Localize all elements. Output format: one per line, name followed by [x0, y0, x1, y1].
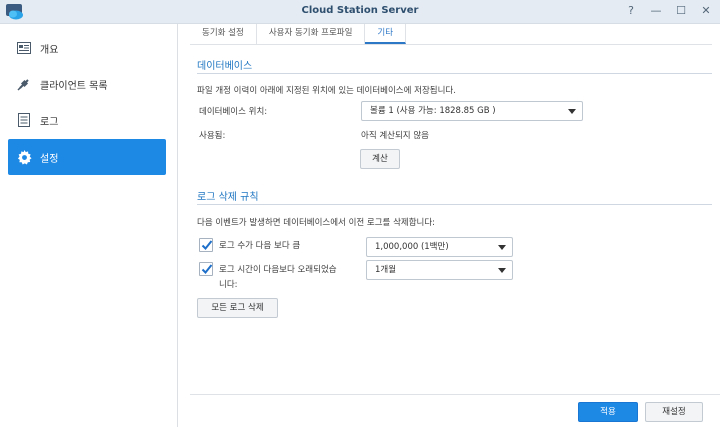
- gear-icon: [16, 149, 32, 165]
- checkmark-icon: [201, 240, 213, 250]
- database-description: 파일 개정 이력이 아래에 지정된 위치에 있는 데이터베이스에 저장됩니다.: [197, 86, 456, 96]
- chevron-down-icon: [498, 268, 506, 273]
- log-age-label-line2: 니다:: [219, 280, 238, 290]
- sidebar-item-overview[interactable]: 개요: [8, 30, 166, 66]
- log-rules-description: 다음 이벤트가 발생하면 데이터베이스에서 이전 로그를 삭제합니다:: [197, 218, 436, 228]
- database-location-value: 볼륨 1 (사용 가능: 1828.85 GB ): [370, 106, 496, 116]
- database-section-title: 데이터베이스: [197, 61, 253, 72]
- section-divider: [197, 204, 712, 205]
- help-icon[interactable]: ?: [625, 4, 637, 18]
- log-count-label: 로그 수가 다음 보다 큼: [219, 241, 301, 251]
- chevron-down-icon: [498, 245, 506, 250]
- apply-button[interactable]: 적용: [578, 402, 638, 422]
- overview-icon: [16, 40, 32, 56]
- used-label: 사용됨:: [199, 131, 226, 141]
- maximize-icon[interactable]: ☐: [675, 4, 687, 18]
- chevron-down-icon: [568, 109, 576, 114]
- section-divider: [197, 73, 712, 74]
- calculate-button[interactable]: 계산: [360, 149, 400, 169]
- reset-button[interactable]: 재설정: [645, 402, 703, 422]
- log-rules-section-title: 로그 삭제 규칙: [197, 192, 259, 203]
- log-icon: [16, 112, 32, 128]
- tab-bar: 동기화 설정 사용자 동기화 프로파일 기타: [190, 24, 712, 45]
- checkmark-icon: [201, 264, 213, 274]
- sidebar-item-log[interactable]: 로그: [8, 102, 166, 138]
- sidebar-item-settings[interactable]: 설정: [8, 139, 166, 175]
- tab-other[interactable]: 기타: [365, 24, 407, 44]
- tab-user-sync-profiles[interactable]: 사용자 동기화 프로파일: [257, 24, 366, 44]
- close-icon[interactable]: ✕: [700, 4, 712, 18]
- tab-sync-settings[interactable]: 동기화 설정: [190, 24, 257, 44]
- window-title: Cloud Station Server: [301, 5, 419, 16]
- sidebar: 개요 클라이언트 목록 로그 설정: [0, 24, 178, 427]
- plug-icon: [16, 76, 32, 92]
- sidebar-item-label: 클라이언트 목록: [40, 80, 108, 92]
- sidebar-item-clients[interactable]: 클라이언트 목록: [8, 66, 166, 102]
- log-count-checkbox[interactable]: [199, 238, 213, 252]
- sidebar-item-label: 개요: [40, 44, 59, 56]
- delete-all-logs-button[interactable]: 모든 로그 삭제: [197, 298, 278, 318]
- log-age-label-line1: 로그 시간이 다음보다 오래되었습: [219, 265, 337, 275]
- database-location-select[interactable]: 볼륨 1 (사용 가능: 1828.85 GB ): [361, 101, 583, 121]
- log-count-value: 1,000,000 (1백만): [375, 242, 449, 252]
- title-bar: Cloud Station Server ? — ☐ ✕: [0, 0, 720, 24]
- log-age-checkbox[interactable]: [199, 262, 213, 276]
- minimize-icon[interactable]: —: [650, 4, 662, 18]
- footer-divider: [190, 394, 720, 395]
- log-age-select[interactable]: 1개월: [366, 260, 513, 280]
- sidebar-item-label: 로그: [40, 116, 59, 128]
- database-location-label: 데이터베이스 위치:: [199, 107, 268, 117]
- sidebar-item-label: 설정: [40, 153, 59, 165]
- log-count-select[interactable]: 1,000,000 (1백만): [366, 237, 513, 257]
- used-value: 아직 계산되지 않음: [361, 131, 429, 141]
- log-age-value: 1개월: [375, 265, 397, 275]
